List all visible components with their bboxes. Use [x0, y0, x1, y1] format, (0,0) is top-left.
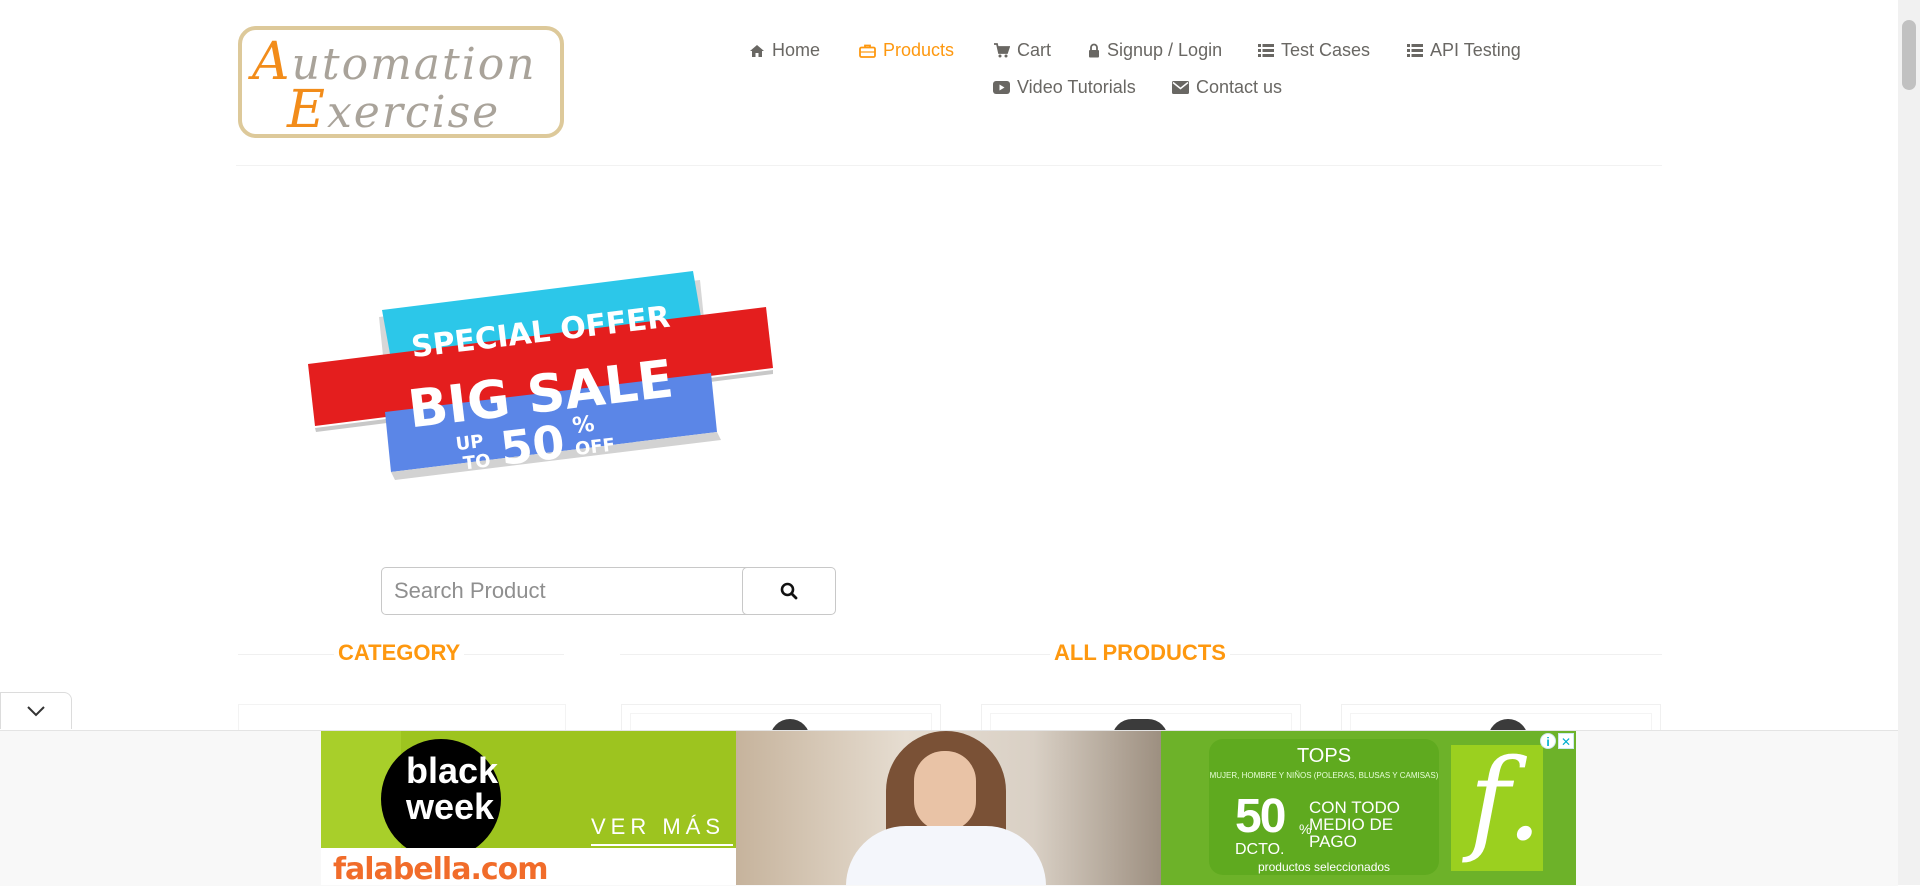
chevron-down-icon [27, 706, 45, 717]
advertisement-banner[interactable]: black week VER MÁS falabella.com TOPS MU… [321, 731, 1576, 885]
nav-label: API Testing [1430, 40, 1521, 60]
site-logo[interactable]: Automation Exercise [238, 26, 564, 138]
envelope-icon [1172, 81, 1189, 94]
ad-left-panel: black week VER MÁS falabella.com [321, 731, 736, 885]
youtube-icon [993, 81, 1010, 94]
nav-label: Test Cases [1281, 40, 1371, 60]
ad-tops: TOPS [1296, 745, 1352, 767]
ad-tops-sub: MUJER, HOMBRE Y NIÑOS (POLERAS, BLUSAS Y… [1209, 771, 1439, 780]
nav-label: Products [883, 40, 955, 60]
nav-item-api-testing[interactable]: API Testing [1407, 40, 1521, 61]
list-icon [1407, 44, 1423, 57]
nav-label: Contact us [1196, 77, 1283, 97]
header-divider [236, 165, 1662, 166]
nav-item-signup-login[interactable]: Signup / Login [1088, 40, 1222, 61]
ad-model-photo [736, 731, 1161, 885]
page: Automation Exercise Home Products Cart S… [0, 0, 1898, 886]
ad-ver-mas[interactable]: VER MÁS [591, 814, 725, 840]
falabella-logo: f. [1451, 745, 1543, 871]
scrollbar-thumb[interactable] [1902, 20, 1916, 90]
briefcase-icon [859, 44, 876, 58]
home-icon [750, 44, 764, 57]
nav-item-cart[interactable]: Cart [993, 40, 1051, 61]
page-scrollbar[interactable] [1898, 0, 1920, 885]
ad-info-icon[interactable]: i [1540, 733, 1556, 749]
nav-label: Signup / Login [1107, 40, 1223, 60]
search-input[interactable] [381, 567, 754, 615]
logo-line-2: Exercise [287, 80, 501, 140]
ad-dcto: DCTO. [1235, 841, 1285, 858]
nav-item-contact-us[interactable]: Contact us [1172, 77, 1282, 98]
nav-label: Cart [1017, 40, 1052, 60]
ad-brand: falabella.com [333, 852, 549, 885]
lock-icon [1089, 43, 1099, 58]
nav-item-home[interactable]: Home [749, 40, 820, 61]
ad-offer-box: TOPS MUJER, HOMBRE Y NIÑOS (POLERAS, BLU… [1209, 739, 1439, 875]
nav-item-video-tutorials[interactable]: Video Tutorials [993, 77, 1136, 98]
nav-item-products[interactable]: Products [859, 40, 954, 61]
ad-percent: 50 [1235, 790, 1286, 843]
nav-label: Video Tutorials [1017, 77, 1136, 97]
all-products-title: ALL PRODUCTS [1050, 640, 1230, 666]
ad-medio: CON TODO MEDIO DE PAGO [1309, 798, 1400, 851]
ad-collapse-toggle[interactable] [0, 692, 72, 729]
nav-item-test-cases[interactable]: Test Cases [1258, 40, 1370, 61]
cart-icon [994, 43, 1010, 58]
ad-week-text: week [406, 786, 495, 827]
sale-banner: SPECIAL OFFER BIG SALE UP TO 50 % OFF [308, 271, 773, 480]
sale-percent-sign: % [571, 412, 596, 439]
list-icon [1258, 44, 1274, 57]
nav-label: Home [772, 40, 821, 60]
search-icon [780, 582, 798, 600]
ad-productos: productos seleccionados [1257, 860, 1391, 874]
ad-close-icon[interactable]: ✕ [1558, 733, 1574, 749]
sale-to: TO [462, 450, 492, 474]
sale-off: OFF [574, 434, 616, 460]
search-button[interactable] [742, 567, 836, 615]
sale-percent: 50 [497, 415, 567, 476]
ad-black-text: black [406, 750, 499, 791]
category-title: CATEGORY [334, 640, 465, 666]
ad-right-panel: TOPS MUJER, HOMBRE Y NIÑOS (POLERAS, BLU… [1161, 731, 1576, 885]
